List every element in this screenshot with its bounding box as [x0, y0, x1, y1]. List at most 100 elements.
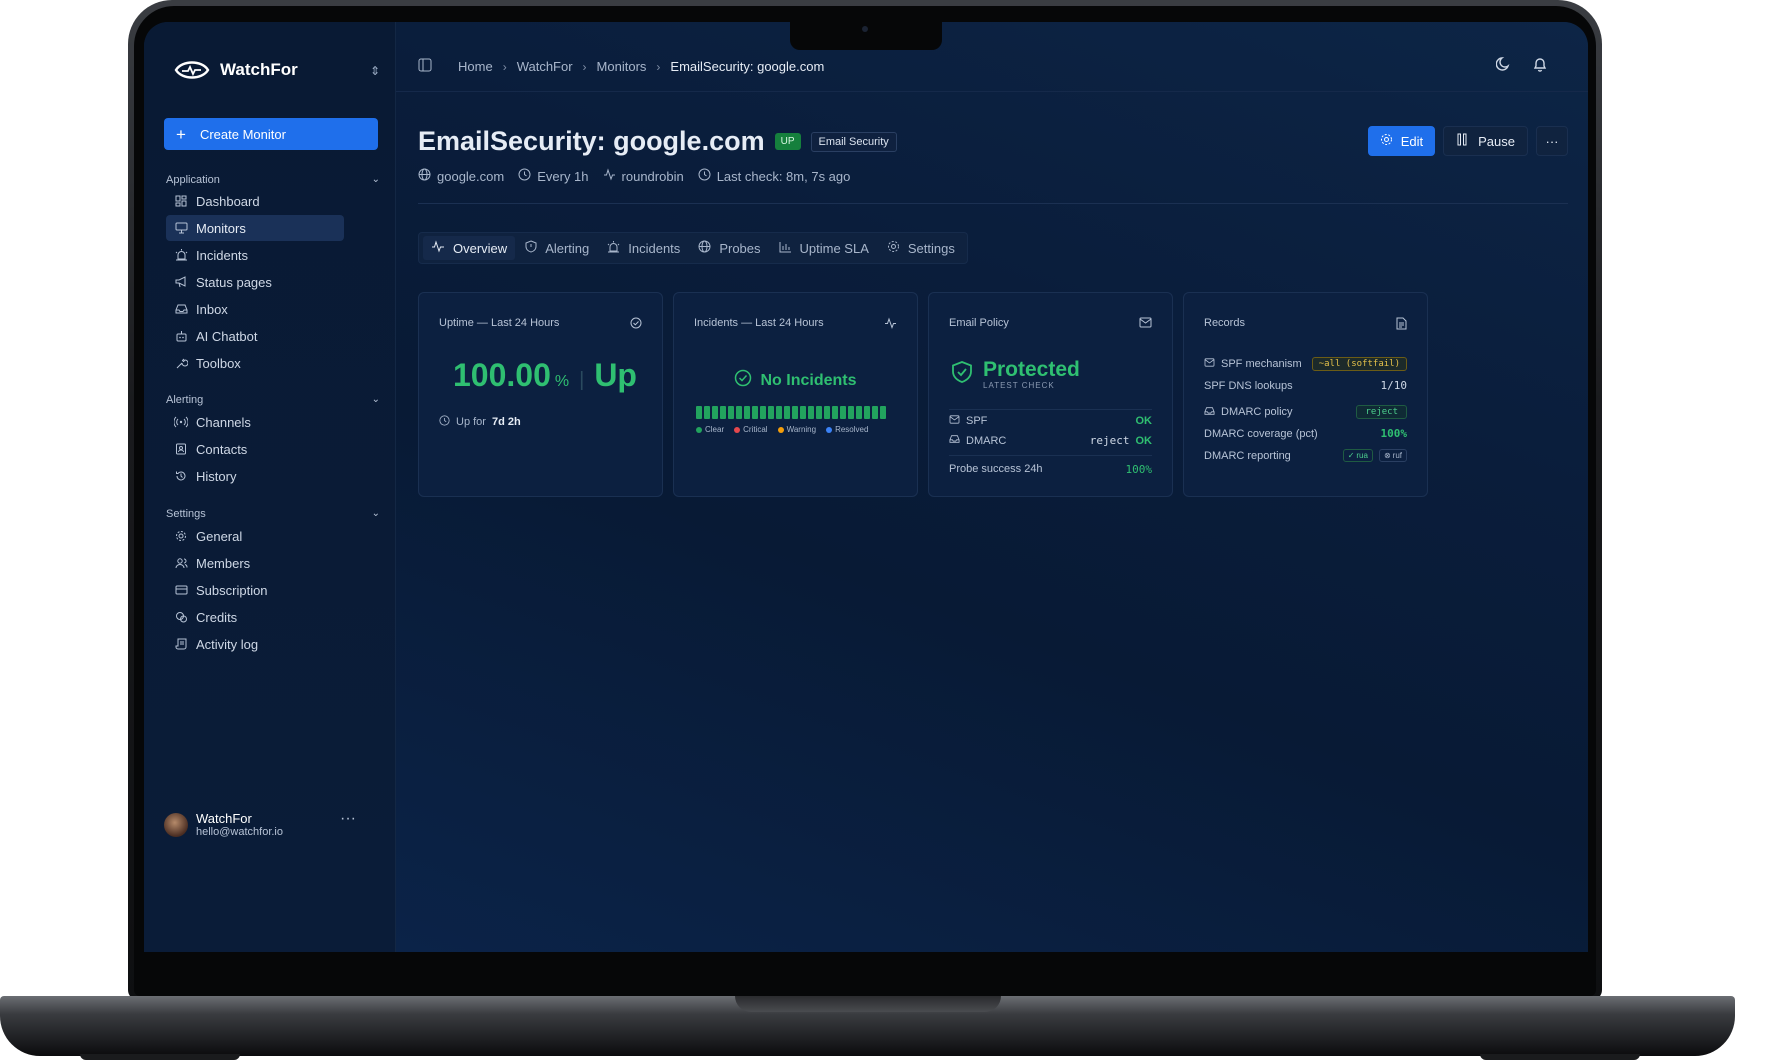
tab-settings[interactable]: Settings	[879, 236, 963, 260]
email-policy-card: Email Policy Protected LATEST CHECK SPF …	[928, 292, 1173, 497]
inbox-icon	[174, 302, 188, 316]
timeline-bar[interactable]	[872, 406, 878, 419]
legend-label: Critical	[743, 425, 768, 434]
sidebar-item-label: Incidents	[196, 247, 249, 263]
dmarc-policy-value: reject	[1356, 405, 1407, 419]
siren-icon	[174, 248, 188, 262]
spf-mechanism-row: SPF mechanism ~all (softfail)	[1204, 357, 1407, 371]
timeline-bar[interactable]	[776, 406, 782, 419]
tab-overview[interactable]: Overview	[423, 236, 516, 260]
timeline-bar[interactable]	[808, 406, 814, 419]
sidebar-item-status-pages[interactable]: Status pages	[166, 269, 344, 295]
tab-alerting[interactable]: Alerting	[517, 236, 597, 260]
tab-uptime-sla[interactable]: Uptime SLA	[771, 236, 877, 260]
section-settings[interactable]: Settings ⌄	[166, 508, 380, 520]
card-header: Uptime — Last 24 Hours	[439, 317, 642, 332]
sidebar-item-toolbox[interactable]: Toolbox	[166, 350, 344, 376]
probe-row: Probe success 24h 100%	[949, 463, 1152, 476]
spf-status: OK	[1135, 415, 1153, 427]
up-for-label: Up for	[456, 416, 486, 428]
timeline-bar[interactable]	[712, 406, 718, 419]
breadcrumb-current: EmailSecurity: google.com	[670, 59, 825, 74]
edit-label: Edit	[1400, 133, 1424, 149]
mail-icon	[1204, 358, 1215, 370]
dmarc-policy: reject	[1089, 434, 1130, 447]
sidebar-item-ai-chatbot[interactable]: AI Chatbot	[166, 323, 344, 349]
sidebar-item-history[interactable]: History	[166, 463, 344, 489]
probe-value: 100%	[1125, 463, 1153, 476]
more-icon[interactable]: ···	[340, 810, 356, 828]
timeline-bar[interactable]	[856, 406, 862, 419]
bell-icon[interactable]	[1532, 56, 1548, 77]
more-actions-button[interactable]: ···	[1536, 126, 1568, 156]
divider	[949, 455, 1152, 456]
user-menu[interactable]: WatchFor hello@watchfor.io	[164, 812, 283, 838]
timeline-bar[interactable]	[792, 406, 798, 419]
activity-icon	[884, 317, 897, 332]
dmarc-row: DMARC reject OK	[949, 434, 1152, 447]
globe-icon	[418, 168, 431, 184]
timeline-bar[interactable]	[736, 406, 742, 419]
timeline-bar[interactable]	[864, 406, 870, 419]
sidebar-item-incidents[interactable]: Incidents	[166, 242, 344, 268]
protection-label: Protected	[983, 358, 1080, 381]
breadcrumb-workspace[interactable]: WatchFor	[517, 59, 573, 74]
sidebar-item-inbox[interactable]: Inbox	[166, 296, 344, 322]
dmarc-values: reject OK	[1090, 434, 1152, 447]
card-title: Uptime — Last 24 Hours	[439, 317, 560, 329]
timeline-bar[interactable]	[784, 406, 790, 419]
sidebar-item-dashboard[interactable]: Dashboard	[166, 188, 344, 214]
tab-incidents[interactable]: Incidents	[599, 236, 688, 260]
sidebar-item-credits[interactable]: Credits	[166, 604, 344, 630]
spf-mechanism-label: SPF mechanism	[1221, 358, 1302, 370]
plus-icon: +	[176, 124, 186, 144]
timeline-bar[interactable]	[752, 406, 758, 419]
edit-button[interactable]: Edit	[1367, 126, 1436, 156]
up-for-value: 7d 2h	[491, 416, 521, 428]
create-monitor-label: Create Monitor	[199, 126, 286, 142]
timeline-bar[interactable]	[744, 406, 750, 419]
protection-sub: LATEST CHECK	[983, 381, 1055, 390]
timeline-bar[interactable]	[800, 406, 806, 419]
pause-button[interactable]: Pause	[1443, 126, 1528, 156]
separator: |	[579, 369, 585, 391]
sidebar-item-channels[interactable]: Channels	[166, 409, 344, 435]
timeline-bar[interactable]	[696, 406, 702, 419]
create-monitor-button[interactable]: + Create Monitor	[164, 118, 378, 150]
moon-icon[interactable]	[1495, 56, 1512, 77]
timeline-bar[interactable]	[816, 406, 822, 419]
timeline-bar[interactable]	[832, 406, 838, 419]
timeline-bar[interactable]	[728, 406, 734, 419]
sidebar-item-activity-log[interactable]: Activity log	[166, 631, 344, 657]
timeline-bar[interactable]	[880, 406, 886, 419]
bar-chart-icon	[779, 241, 792, 256]
tab-bar: Overview Alerting Incidents Probes Uptim…	[418, 232, 968, 264]
timeline-bar[interactable]	[840, 406, 846, 419]
sidebar-item-general[interactable]: General	[166, 523, 344, 549]
spf-mechanism-value: ~all (softfail)	[1311, 357, 1407, 371]
sidebar-item-label: Members	[196, 555, 251, 571]
dmarc-policy-label-wrap: DMARC policy	[1204, 406, 1293, 419]
section-application[interactable]: Application ⌄	[166, 174, 380, 186]
timeline-bar[interactable]	[760, 406, 766, 419]
timeline-bar[interactable]	[704, 406, 710, 419]
camera-notch	[790, 20, 942, 50]
spf-row: SPF OK	[949, 415, 1152, 427]
section-alerting[interactable]: Alerting ⌄	[166, 394, 380, 406]
sidebar-item-subscription[interactable]: Subscription	[166, 577, 344, 603]
timeline-bar[interactable]	[848, 406, 854, 419]
sidebar-toggle-icon[interactable]	[418, 58, 432, 75]
timeline-bar[interactable]	[824, 406, 830, 419]
sidebar-item-members[interactable]: Members	[166, 550, 344, 576]
timeline-bar[interactable]	[768, 406, 774, 419]
sidebar-item-contacts[interactable]: Contacts	[166, 436, 344, 462]
breadcrumb-home[interactable]: Home	[458, 59, 493, 74]
breadcrumb-monitors[interactable]: Monitors	[597, 59, 647, 74]
timeline-bar[interactable]	[720, 406, 726, 419]
brand[interactable]: WatchFor	[174, 58, 298, 82]
tab-probes[interactable]: Probes	[690, 236, 768, 260]
workspace-switch-icon[interactable]: ⇕	[370, 64, 380, 78]
coins-icon	[174, 610, 188, 624]
sidebar-item-monitors[interactable]: Monitors	[166, 215, 344, 241]
globe-icon	[698, 240, 711, 256]
